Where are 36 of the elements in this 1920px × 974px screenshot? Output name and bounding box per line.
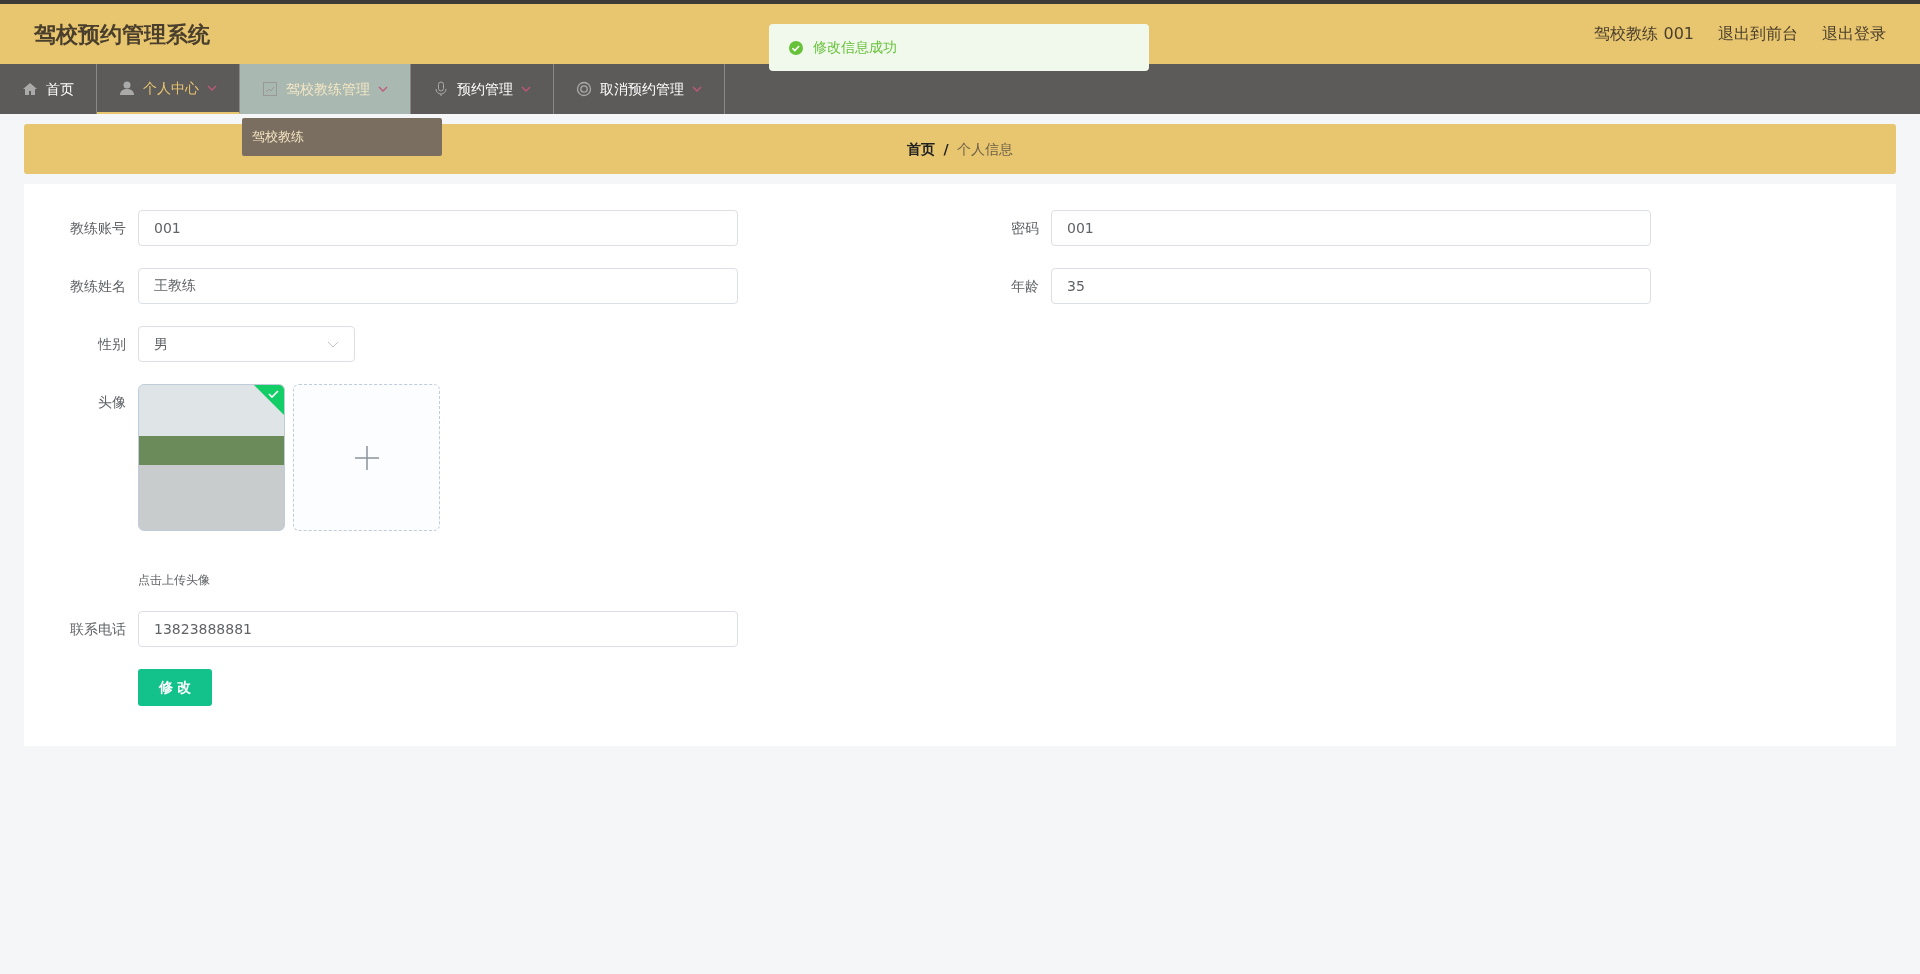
nav-tab[interactable]: 取消预约管理	[554, 64, 725, 114]
field-label: 教练账号	[69, 219, 127, 238]
field-label: 头像	[97, 393, 127, 412]
toast-message: 修改信息成功	[813, 38, 897, 57]
header-link[interactable]: 退出登录	[1822, 22, 1886, 46]
microphone-icon	[433, 81, 449, 97]
home-icon	[22, 81, 38, 97]
field-label: 年龄	[1010, 277, 1040, 296]
chart-icon	[262, 81, 278, 97]
field-label: 性别	[96, 335, 127, 354]
success-icon	[789, 40, 803, 55]
breadcrumb-separator: /	[943, 139, 949, 159]
input-field[interactable]: 王教练	[138, 268, 738, 304]
select-field[interactable]: 男	[138, 326, 355, 362]
field-label: 联系电话	[69, 620, 127, 639]
field-label: 教练姓名	[69, 277, 127, 296]
header-link[interactable]: 退出到前台	[1718, 22, 1798, 46]
upload-hint: 点击上传头像	[138, 572, 211, 589]
input-field[interactable]: 001	[1051, 210, 1651, 246]
ring-icon	[576, 81, 592, 97]
submenu-item[interactable]: 驾校教练	[242, 118, 442, 156]
user-icon	[119, 80, 135, 96]
breadcrumb-link[interactable]: 首页	[907, 138, 936, 160]
user-name: 驾校教练 001	[1594, 23, 1694, 45]
nav-tab[interactable]: 首页	[0, 64, 97, 114]
input-field[interactable]: 001	[138, 210, 738, 246]
select-value: 男	[154, 334, 168, 354]
nav-tab[interactable]: 预约管理	[411, 64, 554, 114]
chevron-down-icon	[327, 340, 339, 348]
upload-area[interactable]	[293, 384, 440, 531]
app-title: 驾校预约管理系统	[34, 20, 210, 49]
input-field[interactable]: 35	[1051, 268, 1651, 304]
plus-icon	[354, 445, 379, 470]
field-label: 密码	[1010, 219, 1040, 238]
breadcrumb-current: 个人信息	[956, 139, 1013, 159]
input-field[interactable]: 13823888881	[138, 611, 738, 647]
